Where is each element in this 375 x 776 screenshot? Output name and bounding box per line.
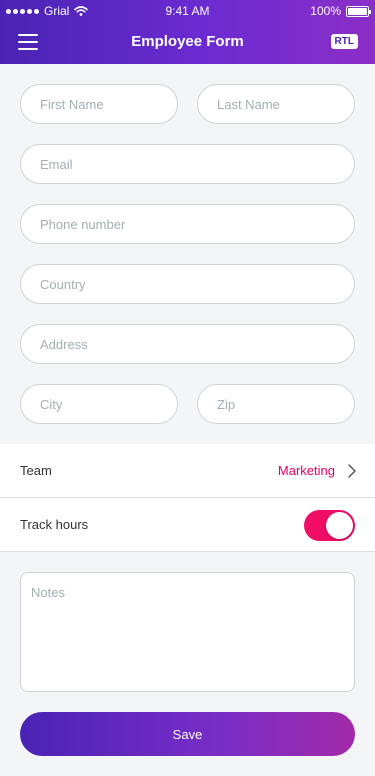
battery-icon xyxy=(346,5,371,17)
page-title: Employee Form xyxy=(131,33,244,50)
status-bar: Grial 9:41 AM 100% xyxy=(0,0,375,22)
address-field[interactable] xyxy=(20,324,355,364)
team-label: Team xyxy=(20,463,52,478)
phone-field[interactable] xyxy=(20,204,355,244)
last-name-field[interactable] xyxy=(197,84,355,124)
header: Grial 9:41 AM 100% Employee Form RTL xyxy=(0,0,375,64)
team-value: Marketing xyxy=(277,463,335,478)
chevron-right-icon xyxy=(348,464,356,478)
rtl-toggle-button[interactable]: RTL xyxy=(330,34,358,49)
toggle-knob xyxy=(326,512,353,539)
track-hours-label: Track hours xyxy=(20,517,89,532)
nav-bar: Employee Form RTL xyxy=(0,22,375,64)
first-name-field[interactable] xyxy=(20,84,178,124)
zip-field[interactable] xyxy=(197,384,355,424)
email-field[interactable] xyxy=(20,144,355,184)
status-right: 100% xyxy=(310,4,371,18)
track-hours-toggle[interactable] xyxy=(304,510,355,541)
country-field[interactable] xyxy=(20,264,355,304)
save-button[interactable]: Save xyxy=(20,712,355,756)
track-hours-row: Track hours xyxy=(0,498,375,552)
battery-fill xyxy=(348,7,367,15)
team-row[interactable]: Team Marketing xyxy=(0,444,375,498)
notes-field[interactable] xyxy=(20,572,355,692)
battery-percent: 100% xyxy=(310,4,341,18)
city-field[interactable] xyxy=(20,384,178,424)
